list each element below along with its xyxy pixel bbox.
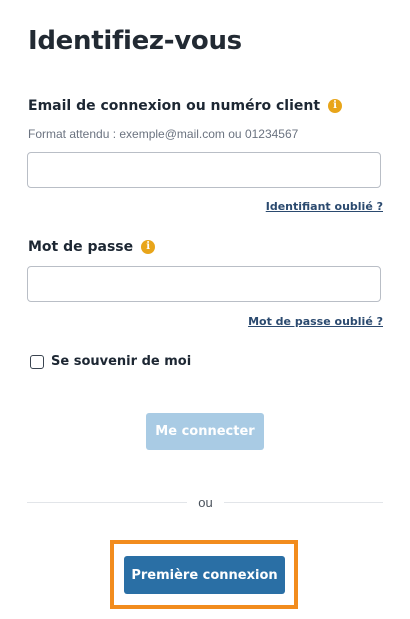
page-title: Identifiez-vous bbox=[28, 26, 242, 56]
forgot-identifier-link[interactable]: Identifiant oublié ? bbox=[266, 200, 383, 213]
password-field-label-text: Mot de passe bbox=[28, 239, 134, 255]
login-field-label-text: Email de connexion ou numéro client bbox=[28, 98, 321, 114]
login-field-label: Email de connexion ou numéro client i bbox=[28, 98, 343, 114]
password-field-label: Mot de passe i bbox=[28, 239, 156, 255]
password-input[interactable] bbox=[27, 266, 381, 302]
or-separator: ou bbox=[198, 495, 213, 510]
remember-me-label[interactable]: Se souvenir de moi bbox=[51, 354, 191, 369]
divider-left bbox=[27, 502, 187, 503]
forgot-password-link[interactable]: Mot de passe oublié ? bbox=[248, 315, 383, 328]
login-format-hint: Format attendu : exemple@mail.com ou 012… bbox=[28, 127, 299, 141]
connect-button[interactable]: Me connecter bbox=[146, 413, 264, 450]
first-login-button[interactable]: Première connexion bbox=[124, 556, 285, 594]
remember-me-option[interactable]: Se souvenir de moi bbox=[30, 354, 191, 369]
info-icon[interactable]: i bbox=[328, 99, 343, 113]
divider-right bbox=[224, 502, 383, 503]
info-icon[interactable]: i bbox=[141, 240, 156, 254]
remember-me-checkbox[interactable] bbox=[30, 354, 44, 369]
login-input[interactable] bbox=[27, 152, 381, 188]
